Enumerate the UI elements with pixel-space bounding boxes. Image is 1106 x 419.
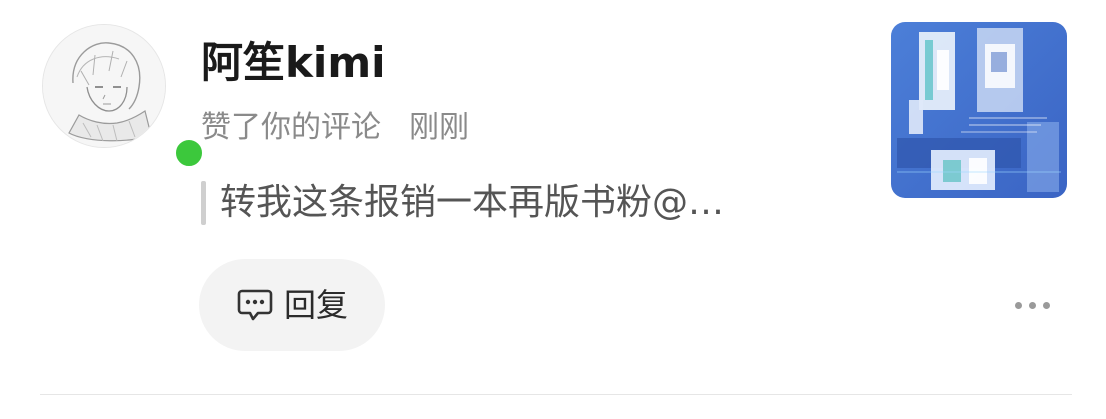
username[interactable]: 阿笙kimi xyxy=(201,36,386,90)
quote-bar xyxy=(201,181,206,225)
post-thumbnail[interactable] xyxy=(891,22,1067,198)
notification-meta: 赞了你的评论 刚刚 xyxy=(201,108,469,148)
avatar[interactable] xyxy=(42,24,166,148)
more-dot xyxy=(1014,301,1022,309)
quoted-comment-text: 转我这条报销一本再版书粉@… xyxy=(220,182,725,223)
post-thumbnail-image xyxy=(891,22,1067,198)
more-icon[interactable] xyxy=(1004,287,1060,323)
more-dot xyxy=(1028,301,1036,309)
like-notification-item[interactable]: 阿笙kimi 赞了你的评论 刚刚 转我这条报销一本再版书粉@… 回复 xyxy=(0,0,1106,419)
divider xyxy=(40,394,1072,395)
more-dot xyxy=(1042,301,1050,309)
avatar-illustration xyxy=(43,25,165,147)
quoted-comment[interactable]: 转我这条报销一本再版书粉@… xyxy=(201,178,724,228)
action-text: 赞了你的评论 xyxy=(201,110,381,145)
avatar-container[interactable] xyxy=(42,24,206,170)
comment-icon xyxy=(236,288,274,322)
reply-button[interactable]: 回复 xyxy=(199,259,385,351)
timestamp: 刚刚 xyxy=(409,110,469,145)
reply-label: 回复 xyxy=(283,286,348,324)
